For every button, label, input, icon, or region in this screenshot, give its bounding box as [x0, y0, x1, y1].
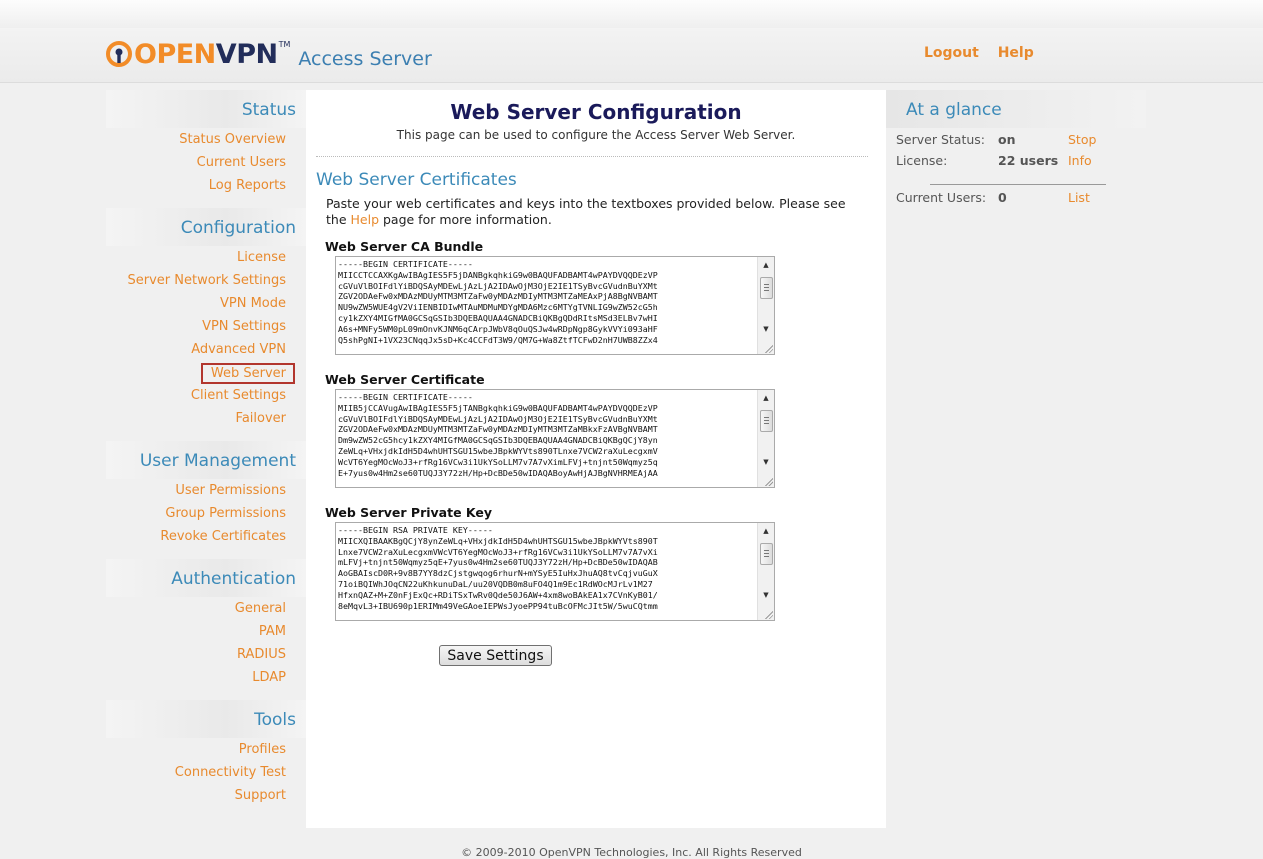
ca-bundle-textarea-box: -----BEGIN CERTIFICATE----- MIICCTCCAXKg… [335, 256, 775, 355]
server-status-label: Server Status: [896, 132, 986, 147]
sidebar-item-log-reports[interactable]: Log Reports [209, 178, 286, 193]
certificate-textarea-box: -----BEGIN CERTIFICATE----- MIIB5jCCAVug… [335, 389, 775, 488]
divider [316, 156, 868, 157]
footer-copyright: © 2009-2010 OpenVPN Technologies, Inc. A… [461, 846, 802, 859]
main-content: Web Server Configuration This page can b… [306, 90, 886, 828]
sidebar-item-revoke-certificates[interactable]: Revoke Certificates [160, 529, 286, 544]
license-label: License: [896, 153, 948, 168]
sidebar-item-vpn-mode[interactable]: VPN Mode [220, 296, 286, 311]
sidebar-heading-tools: Tools [254, 710, 296, 730]
sidebar-item-connectivity-test[interactable]: Connectivity Test [175, 765, 286, 780]
top-strip [0, 0, 1263, 28]
ca-bundle-textarea[interactable]: -----BEGIN CERTIFICATE----- MIICCTCCAXKg… [336, 257, 756, 354]
sidebar-item-advanced-vpn[interactable]: Advanced VPN [191, 342, 286, 357]
glance-title: At a glance [906, 100, 1002, 120]
glance-divider [930, 184, 1106, 185]
top-links: Logout Help [924, 45, 1048, 61]
certificate-textarea[interactable]: -----BEGIN CERTIFICATE----- MIIB5jCCAVug… [336, 390, 756, 487]
sidebar-heading-user-management: User Management [139, 451, 296, 471]
sidebar-item-radius[interactable]: RADIUS [237, 647, 286, 662]
sidebar-item-current-users[interactable]: Current Users [197, 155, 286, 170]
sidebar-item-profiles[interactable]: Profiles [239, 742, 286, 757]
sidebar-heading-authentication: Authentication [171, 569, 296, 589]
sidebar-item-ldap[interactable]: LDAP [252, 670, 286, 685]
openvpn-keyhole-icon [106, 41, 132, 67]
help-link[interactable]: Help [998, 45, 1034, 61]
current-users-list-link[interactable]: List [1068, 190, 1090, 205]
intro-text-end: page for more information. [379, 212, 552, 227]
resize-grip-icon[interactable] [764, 610, 773, 619]
at-a-glance-panel: At a glance Server Status: on Stop Licen… [886, 90, 1146, 828]
license-value: 22 users [998, 153, 1059, 168]
openvpn-logo: OPEN VPN TM Access Server [106, 38, 432, 70]
scroll-down-arrow-icon[interactable]: ▼ [760, 456, 772, 468]
sidebar-item-failover[interactable]: Failover [236, 411, 286, 426]
private-key-textarea-box: -----BEGIN RSA PRIVATE KEY----- MIICXQIB… [335, 522, 775, 621]
scroll-thumb[interactable] [760, 277, 773, 299]
sidebar-item-web-server[interactable]: Web Server [200, 363, 295, 384]
resize-grip-icon[interactable] [764, 477, 773, 486]
sidebar-item-general[interactable]: General [235, 601, 286, 616]
sidebar-item-user-permissions[interactable]: User Permissions [175, 483, 286, 498]
scroll-thumb[interactable] [760, 543, 773, 565]
logout-link[interactable]: Logout [924, 45, 979, 61]
license-info-link[interactable]: Info [1068, 153, 1092, 168]
server-status-value: on [998, 132, 1016, 147]
sidebar-item-vpn-settings[interactable]: VPN Settings [202, 319, 286, 334]
private-key-label: Web Server Private Key [325, 505, 492, 520]
sidebar-item-server-network-settings[interactable]: Server Network Settings [128, 273, 287, 288]
current-users-value: 0 [998, 190, 1007, 205]
certificate-label: Web Server Certificate [325, 372, 485, 387]
scroll-up-arrow-icon[interactable]: ▲ [760, 525, 772, 537]
intro-help-link[interactable]: Help [351, 212, 380, 227]
logo-vpn-text: VPN [215, 38, 278, 70]
stop-server-link[interactable]: Stop [1068, 132, 1096, 147]
scroll-up-arrow-icon[interactable]: ▲ [760, 259, 772, 271]
page-subtitle: This page can be used to configure the A… [396, 128, 796, 142]
logo-product-name: Access Server [298, 48, 432, 70]
logo-open-text: OPEN [134, 38, 216, 70]
private-key-textarea[interactable]: -----BEGIN RSA PRIVATE KEY----- MIICXQIB… [336, 523, 756, 620]
ca-bundle-label: Web Server CA Bundle [325, 239, 484, 254]
sidebar-item-status-overview[interactable]: Status Overview [179, 132, 286, 147]
save-settings-button[interactable]: Save Settings [439, 645, 552, 666]
logo-trademark: TM [278, 39, 291, 49]
page-title: Web Server Configuration [450, 100, 742, 124]
sidebar-heading-configuration: Configuration [180, 218, 296, 238]
private-key-scrollbar[interactable]: ▲ ▼ [757, 523, 774, 620]
sidebar-item-group-permissions[interactable]: Group Permissions [165, 506, 286, 521]
sidebar: Status Status Overview Current Users Log… [106, 90, 306, 828]
sidebar-item-license[interactable]: License [237, 250, 286, 265]
top-header: OPEN VPN TM Access Server Logout Help [0, 0, 1263, 83]
ca-bundle-scrollbar[interactable]: ▲ ▼ [757, 257, 774, 354]
sidebar-heading-status: Status [241, 100, 296, 120]
scroll-up-arrow-icon[interactable]: ▲ [760, 392, 772, 404]
current-users-label: Current Users: [896, 190, 987, 205]
scroll-thumb[interactable] [760, 410, 773, 432]
certificate-scrollbar[interactable]: ▲ ▼ [757, 390, 774, 487]
intro-text: Paste your web certificates and keys int… [326, 196, 866, 228]
resize-grip-icon[interactable] [764, 344, 773, 353]
sidebar-item-support[interactable]: Support [235, 788, 286, 803]
sidebar-item-pam[interactable]: PAM [259, 624, 286, 639]
sidebar-item-client-settings[interactable]: Client Settings [191, 388, 286, 403]
section-title: Web Server Certificates [316, 170, 517, 190]
scroll-down-arrow-icon[interactable]: ▼ [760, 323, 772, 335]
scroll-down-arrow-icon[interactable]: ▼ [760, 589, 772, 601]
